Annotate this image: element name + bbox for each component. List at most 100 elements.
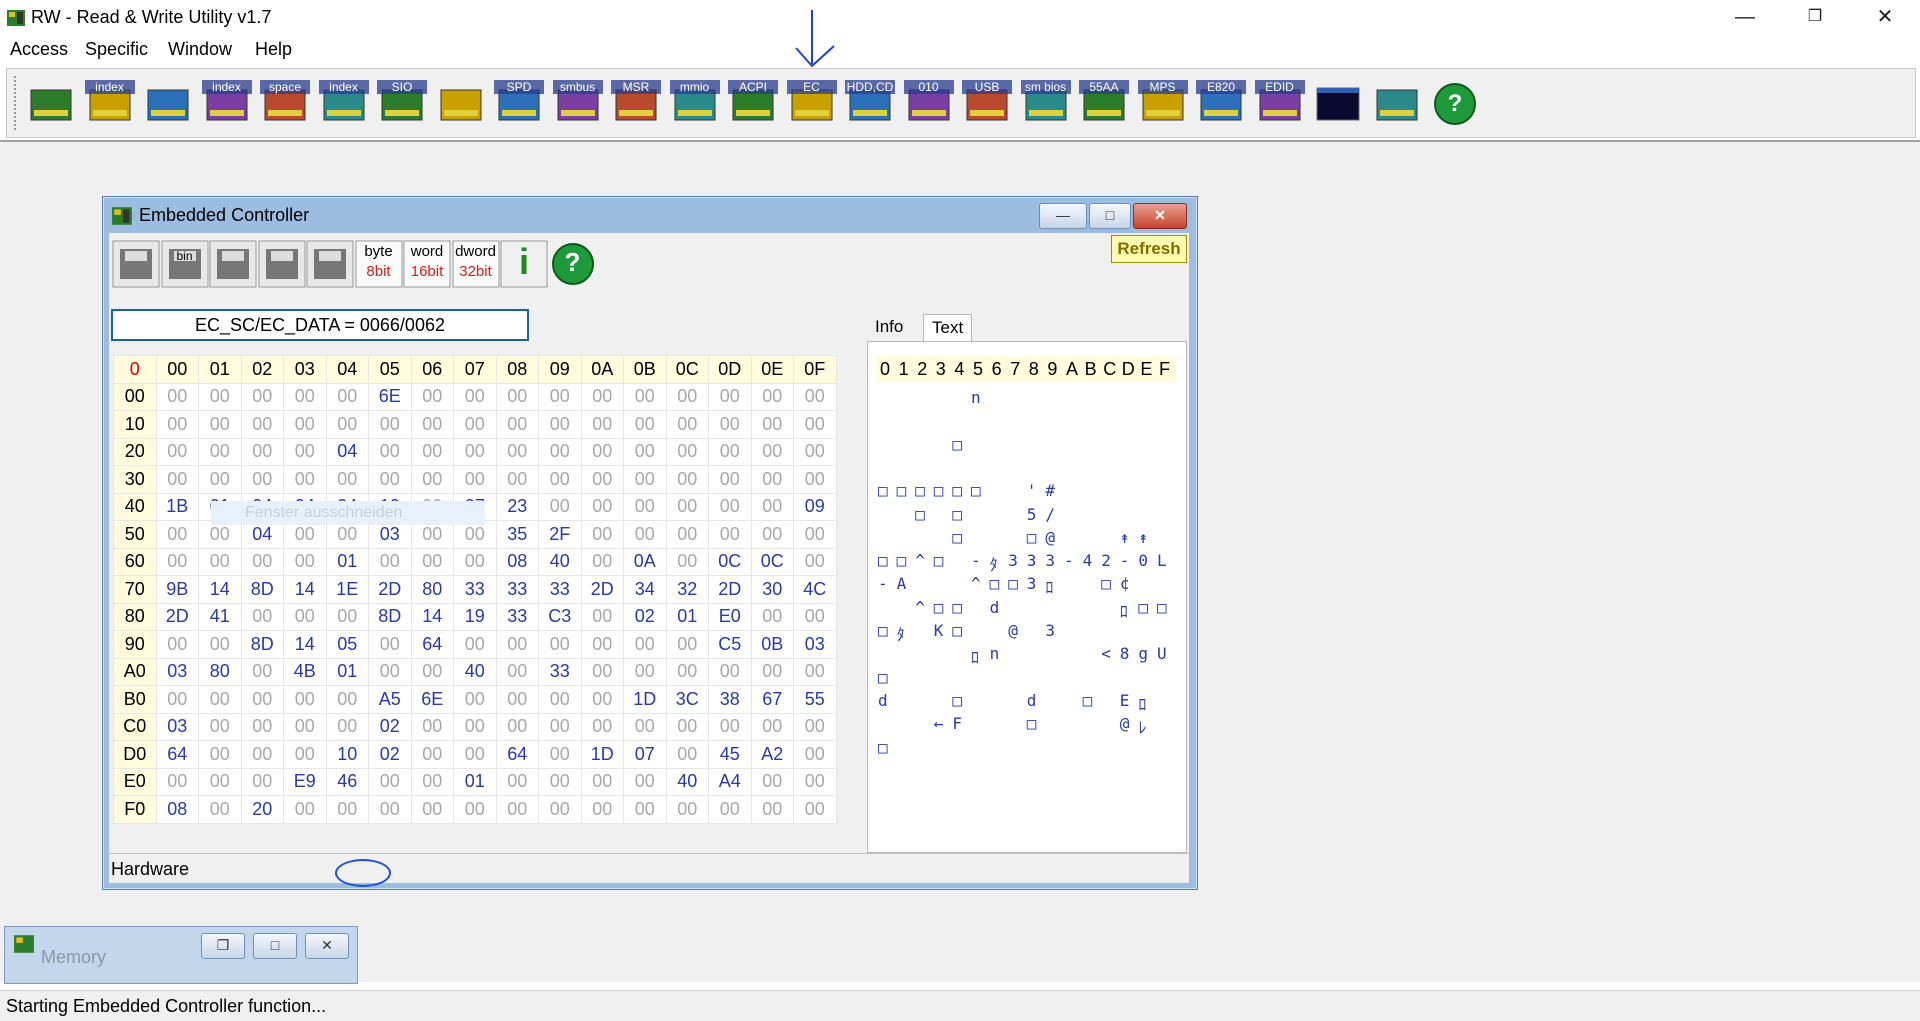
hdd-cd-tool-icon[interactable]: HDD,CD [845, 80, 895, 128]
close-button[interactable]: ✕ [1850, 0, 1920, 36]
grid-cell[interactable]: 00 [623, 492, 667, 521]
byte-8bit-icon[interactable]: byte 8bit [354, 239, 404, 289]
grid-cell[interactable]: 03 [155, 657, 199, 686]
grid-cell[interactable]: 14 [283, 630, 327, 659]
grid-cell[interactable]: 32 [665, 575, 709, 604]
grid-cell[interactable]: 00 [580, 795, 624, 824]
grid-cell[interactable]: 00 [580, 465, 624, 494]
grid-cell[interactable]: 00 [793, 437, 837, 466]
grid-cell[interactable]: 00 [538, 410, 582, 439]
grid-cell[interactable]: E9 [283, 767, 327, 796]
grid-cell[interactable]: 35 [495, 520, 539, 549]
grid-cell[interactable]: C5 [708, 630, 752, 659]
grid-cell[interactable]: 00 [538, 382, 582, 411]
grid-cell[interactable]: 00 [665, 520, 709, 549]
grid-cell[interactable]: 00 [410, 547, 454, 576]
ec-close-button[interactable]: ✕ [1133, 203, 1187, 229]
grid-cell[interactable]: 00 [410, 795, 454, 824]
grid-cell[interactable]: 08 [155, 795, 199, 824]
usb-tool-icon[interactable]: USB [962, 80, 1012, 128]
mps-tool-icon[interactable]: MPS [1137, 80, 1188, 128]
grid-cell[interactable]: 08 [495, 547, 539, 576]
grid-cell[interactable]: 00 [283, 712, 327, 741]
grid-cell[interactable]: 00 [750, 410, 794, 439]
grid-cell[interactable]: 00 [538, 767, 582, 796]
grid-cell[interactable]: 00 [793, 382, 837, 411]
grid-cell[interactable]: 07 [623, 740, 667, 769]
grid-cell[interactable]: 00 [580, 630, 624, 659]
grid-cell[interactable]: 00 [325, 465, 369, 494]
load-icon[interactable] [208, 239, 258, 289]
grid-cell[interactable]: C3 [538, 602, 582, 631]
grid-cell[interactable]: 00 [198, 795, 242, 824]
grid-cell[interactable]: 00 [155, 767, 199, 796]
grid-cell[interactable]: 00 [410, 410, 454, 439]
grid-cell[interactable]: 00 [283, 740, 327, 769]
grid-cell[interactable]: 00 [708, 520, 752, 549]
grid-cell[interactable]: 00 [495, 657, 539, 686]
grid-cell[interactable]: 00 [198, 712, 242, 741]
minimize-button[interactable]: — [1710, 0, 1780, 36]
grid-cell[interactable]: 0C [750, 547, 794, 576]
grid-cell[interactable]: 00 [623, 767, 667, 796]
grid-cell[interactable]: 40 [665, 767, 709, 796]
grid-cell[interactable]: 1E [325, 575, 369, 604]
grid-cell[interactable]: 00 [155, 547, 199, 576]
grid-cell[interactable]: 55 [793, 685, 837, 714]
grid-cell[interactable]: 00 [283, 437, 327, 466]
grid-cell[interactable]: 4C [793, 575, 837, 604]
grid-cell[interactable]: 20 [240, 795, 284, 824]
grid-cell[interactable]: 00 [325, 685, 369, 714]
grid-cell[interactable]: 00 [453, 795, 497, 824]
grid-cell[interactable]: 00 [283, 465, 327, 494]
grid-cell[interactable]: 1B [155, 492, 199, 521]
grid-cell[interactable]: 45 [708, 740, 752, 769]
grid-cell[interactable]: 00 [368, 547, 412, 576]
grid-cell[interactable]: 00 [410, 382, 454, 411]
grid-cell[interactable]: 00 [240, 712, 284, 741]
grid-cell[interactable]: 00 [453, 547, 497, 576]
grid-cell[interactable]: 00 [495, 382, 539, 411]
grid-cell[interactable]: 00 [495, 712, 539, 741]
e820-tool-icon[interactable]: E820 [1196, 80, 1246, 128]
grid-cell[interactable]: 00 [793, 767, 837, 796]
grid-cell[interactable]: 6E [368, 382, 412, 411]
grid-cell[interactable]: 00 [665, 712, 709, 741]
grid-cell[interactable]: 00 [368, 437, 412, 466]
tab-text[interactable]: Text [923, 314, 973, 341]
grid-cell[interactable]: 38 [708, 685, 752, 714]
grid-cell[interactable]: 05 [325, 630, 369, 659]
refresh-button[interactable]: Refresh [1111, 235, 1187, 263]
grid-cell[interactable]: 00 [495, 437, 539, 466]
ec-maximize-button[interactable]: □ [1089, 203, 1131, 229]
grid-cell[interactable]: 00 [410, 712, 454, 741]
grid-cell[interactable]: 00 [495, 630, 539, 659]
grid-cell[interactable]: 00 [240, 547, 284, 576]
grid-cell[interactable]: 2D [368, 575, 412, 604]
grid-cell[interactable]: 00 [665, 492, 709, 521]
grid-cell[interactable]: 00 [623, 795, 667, 824]
grid-cell[interactable]: E0 [708, 602, 752, 631]
grid-cell[interactable]: 2D [155, 602, 199, 631]
grid-cell[interactable]: 00 [750, 602, 794, 631]
grid-cell[interactable]: 00 [453, 465, 497, 494]
acpi-tool-icon[interactable]: ACPI [728, 80, 778, 128]
grid-cell[interactable]: 64 [410, 630, 454, 659]
grid-cell[interactable]: 00 [538, 465, 582, 494]
grid-cell[interactable]: 00 [410, 767, 454, 796]
grid-cell[interactable]: 00 [198, 437, 242, 466]
grid-cell[interactable]: 40 [538, 547, 582, 576]
grid-cell[interactable]: 01 [325, 657, 369, 686]
grid-cell[interactable]: 00 [198, 685, 242, 714]
grid-cell[interactable]: 00 [198, 547, 242, 576]
grid-cell[interactable]: 00 [580, 382, 624, 411]
grid-cell[interactable]: 00 [453, 382, 497, 411]
grid-cell[interactable]: 00 [708, 492, 752, 521]
grid-cell[interactable]: 00 [793, 657, 837, 686]
memory-tool-icon[interactable] [143, 80, 193, 128]
grid-cell[interactable]: 04 [325, 437, 369, 466]
toolbar-grip[interactable] [14, 76, 20, 130]
grid-cell[interactable]: 00 [538, 795, 582, 824]
grid-cell[interactable]: 00 [793, 602, 837, 631]
grid-cell[interactable]: 00 [368, 465, 412, 494]
